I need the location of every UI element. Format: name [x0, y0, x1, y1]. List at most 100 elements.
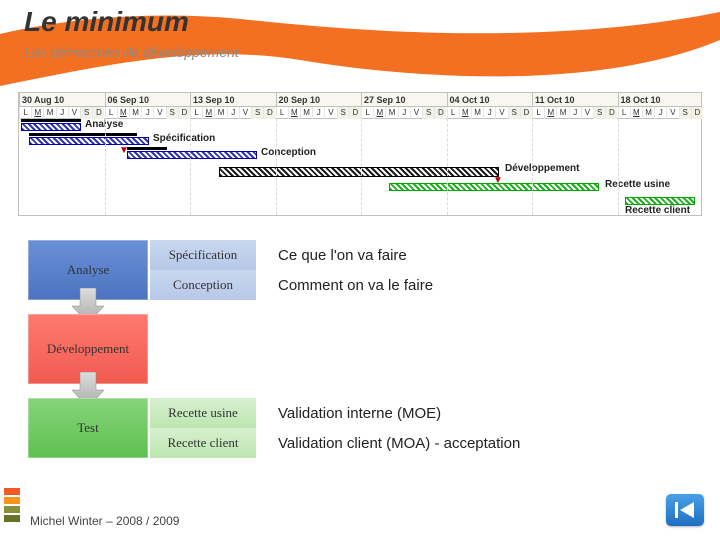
gantt-day-cell: S — [251, 107, 263, 119]
block-recette-client: Recette client — [148, 428, 256, 458]
footer-author: Michel Winter – 2008 / 2009 — [30, 514, 179, 528]
gantt-week-header: 13 Sep 10 — [190, 93, 276, 107]
gantt-day-cell: V — [153, 107, 165, 119]
gantt-gridline — [190, 119, 191, 215]
gantt-day-cell: L — [532, 107, 544, 119]
gantt-day-cell: J — [569, 107, 581, 119]
gantt-day-cell: D — [520, 107, 532, 119]
slide-header: Le minimum Les démarches de développemen… — [0, 0, 720, 90]
gantt-week-header: 27 Sep 10 — [361, 93, 447, 107]
gantt-day-cell: V — [581, 107, 593, 119]
block-conception: Conception — [148, 270, 256, 300]
gantt-day-cell: J — [227, 107, 239, 119]
gantt-day-cell: J — [398, 107, 410, 119]
gantt-day-cell: V — [324, 107, 336, 119]
gantt-day-cell: J — [141, 107, 153, 119]
gantt-gridline — [447, 119, 448, 215]
gantt-label-specification: Spécification — [153, 133, 215, 144]
gantt-day-cell: L — [190, 107, 202, 119]
gantt-day-cell: D — [349, 107, 361, 119]
gantt-day-cell: M — [556, 107, 568, 119]
gantt-day-cell: J — [483, 107, 495, 119]
gantt-day-cell: L — [19, 107, 31, 119]
gantt-day-cell: M — [385, 107, 397, 119]
gantt-gridline — [532, 119, 533, 215]
gantt-day-cell: M — [630, 107, 642, 119]
block-conception-label: Conception — [173, 277, 233, 293]
gantt-label-conception: Conception — [261, 147, 316, 158]
gantt-gridline — [105, 119, 106, 215]
block-recette-usine-label: Recette usine — [168, 405, 238, 421]
gantt-day-cell: S — [679, 107, 691, 119]
gantt-gridline — [276, 119, 277, 215]
gantt-bar-analyse — [21, 123, 81, 131]
gantt-day-cell: M — [129, 107, 141, 119]
gantt-week-header: 11 Oct 10 — [532, 93, 618, 107]
desc-conception: Comment on va le faire — [256, 270, 692, 300]
gantt-day-cell: V — [666, 107, 678, 119]
gantt-day-cell: M — [459, 107, 471, 119]
gantt-label-recette-usine: Recette usine — [605, 179, 670, 190]
gantt-day-cell: J — [654, 107, 666, 119]
gantt-day-cell: M — [642, 107, 654, 119]
gantt-day-cell: S — [166, 107, 178, 119]
gantt-day-cell: M — [214, 107, 226, 119]
gantt-day-cell: S — [80, 107, 92, 119]
gantt-day-cell: J — [56, 107, 68, 119]
gantt-day-cell: M — [31, 107, 43, 119]
gantt-day-cell: S — [422, 107, 434, 119]
footer-color-bars — [4, 488, 20, 524]
gantt-day-cell: M — [202, 107, 214, 119]
gantt-day-cell: V — [68, 107, 80, 119]
gantt-weeks-row: 30 Aug 1006 Sep 1013 Sep 1020 Sep 1027 S… — [19, 93, 701, 107]
gantt-day-cell: M — [300, 107, 312, 119]
gantt-bar-conception — [127, 151, 257, 159]
gantt-days-row: LMMJVSDLMMJVSDLMMJVSDLMMJVSDLMMJVSDLMMJV… — [19, 107, 701, 119]
skip-back-icon — [674, 501, 696, 519]
page-subtitle: Les démarches de développement — [24, 44, 239, 60]
gantt-week-header: 20 Sep 10 — [276, 93, 362, 107]
footer-bar — [4, 515, 20, 522]
footer-bar — [4, 488, 20, 495]
first-slide-button[interactable] — [666, 494, 704, 526]
gantt-day-cell: J — [312, 107, 324, 119]
gantt-day-cell: S — [337, 107, 349, 119]
gantt-day-cell: L — [105, 107, 117, 119]
gantt-day-cell: L — [618, 107, 630, 119]
phase-grid: Analyse Spécification Ce que l'on va fai… — [28, 240, 692, 458]
gantt-day-cell: L — [447, 107, 459, 119]
gantt-week-header: 18 Oct 10 — [618, 93, 704, 107]
gantt-chart: 30 Aug 1006 Sep 1013 Sep 1020 Sep 1027 S… — [18, 92, 702, 216]
block-recette-usine: Recette usine — [148, 398, 256, 428]
gantt-body: Analyse Spécification ▼ Conception Dével… — [19, 119, 701, 215]
block-developpement-label: Développement — [47, 341, 129, 357]
gantt-day-cell: D — [605, 107, 617, 119]
gantt-day-cell: M — [544, 107, 556, 119]
gantt-label-recette-client: Recette client — [625, 205, 690, 216]
page-title: Le minimum — [24, 6, 189, 38]
gantt-day-cell: S — [593, 107, 605, 119]
block-recette-client-label: Recette client — [167, 435, 238, 451]
gantt-day-cell: M — [288, 107, 300, 119]
gantt-day-cell: D — [263, 107, 275, 119]
gantt-day-cell: V — [495, 107, 507, 119]
gantt-week-header: 04 Oct 10 — [447, 93, 533, 107]
gantt-day-cell: M — [117, 107, 129, 119]
gantt-bar-recette-usine — [389, 183, 599, 191]
gantt-day-cell: D — [434, 107, 446, 119]
gantt-week-header: 30 Aug 10 — [19, 93, 105, 107]
gantt-day-cell: D — [92, 107, 104, 119]
gantt-day-cell: D — [178, 107, 190, 119]
gantt-week-header: 06 Sep 10 — [105, 93, 191, 107]
gantt-label-developpement: Développement — [505, 163, 579, 174]
desc-specification: Ce que l'on va faire — [256, 240, 692, 270]
block-specification-label: Spécification — [169, 247, 238, 263]
gantt-day-cell: V — [410, 107, 422, 119]
gantt-bar-specification — [29, 137, 149, 145]
footer-bar — [4, 497, 20, 504]
block-specification: Spécification — [148, 240, 256, 270]
footer-bar — [4, 506, 20, 513]
gantt-gridline — [618, 119, 619, 215]
gantt-day-cell: D — [691, 107, 703, 119]
gantt-day-cell: M — [43, 107, 55, 119]
